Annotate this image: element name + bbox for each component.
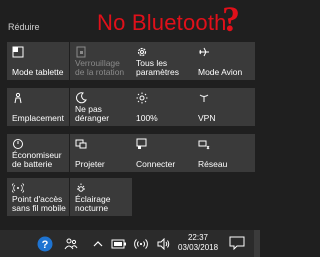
tile-label: 100% — [136, 113, 158, 123]
tile-connect[interactable]: Connecter — [131, 134, 193, 172]
tile-battery-saver[interactable]: Économiseur de batterie — [7, 134, 69, 172]
tile-all-settings[interactable]: Tous les paramètres — [131, 42, 193, 80]
tile-label: Tous les paramètres — [136, 58, 179, 77]
connect-icon — [136, 138, 147, 149]
moon-icon — [76, 92, 87, 104]
tile-network[interactable]: Réseau — [193, 134, 255, 172]
action-center-panel: Réduire No Bluetooth ? Mode tablette Ver… — [0, 0, 260, 230]
tile-mobile-hotspot[interactable]: Point d'accès sans fil mobile — [7, 178, 69, 216]
tile-night-light[interactable]: Éclairage nocturne — [70, 178, 132, 216]
tile-tablet-mode[interactable]: Mode tablette — [7, 42, 69, 80]
tile-rotation-lock[interactable]: Verrouillage de la rotation — [70, 42, 132, 80]
tile-label: Mode Avion — [198, 67, 243, 77]
volume-icon[interactable] — [155, 235, 173, 253]
airplane-icon — [199, 47, 209, 57]
settings-gear-icon — [137, 47, 147, 57]
wifi-icon[interactable] — [132, 235, 150, 253]
clock-date: 03/03/2018 — [178, 243, 219, 252]
brightness-icon — [136, 92, 148, 104]
network-icon — [198, 140, 210, 150]
collapse-link[interactable]: Réduire — [8, 22, 40, 32]
tile-brightness[interactable]: 100% — [131, 88, 193, 126]
battery-saver-icon — [13, 139, 23, 149]
show-desktop-edge[interactable] — [254, 230, 260, 257]
tile-vpn[interactable]: VPN — [193, 88, 255, 126]
rotation-lock-icon — [76, 46, 86, 58]
tile-label: Emplacement — [12, 113, 64, 123]
tile-label: Mode tablette — [12, 67, 64, 77]
tile-airplane-mode[interactable]: Mode Avion — [193, 42, 255, 80]
vpn-icon — [199, 94, 209, 102]
tile-label: Projeter — [75, 159, 105, 169]
tile-label: Économiseur de batterie — [12, 150, 62, 169]
tile-do-not-disturb[interactable]: Ne pas déranger — [70, 88, 132, 126]
clock-time: 22:37 — [187, 233, 209, 242]
location-icon — [14, 92, 22, 104]
battery-icon[interactable] — [110, 235, 128, 253]
annotation-question-mark: ? — [222, 0, 240, 39]
mobile-hotspot-icon — [12, 183, 24, 193]
notifications-icon[interactable] — [229, 236, 245, 251]
tile-label: Éclairage nocturne — [75, 194, 111, 213]
show-hidden-icons-chevron[interactable] — [92, 235, 104, 253]
tile-label: Ne pas déranger — [75, 104, 110, 123]
tile-label: Connecter — [136, 159, 176, 169]
project-icon — [75, 139, 87, 149]
annotation-no-bluetooth: No Bluetooth — [97, 10, 227, 35]
tile-project[interactable]: Projeter — [70, 134, 132, 172]
tile-label: Point d'accès sans fil mobile — [12, 194, 66, 213]
people-icon[interactable] — [62, 235, 80, 253]
svg-text:?: ? — [42, 239, 49, 251]
tile-label: VPN — [198, 113, 216, 123]
night-light-icon — [77, 183, 85, 192]
tile-location[interactable]: Emplacement — [7, 88, 69, 126]
help-icon[interactable]: ? — [36, 235, 54, 253]
tablet-mode-icon — [12, 46, 24, 58]
taskbar-clock[interactable]: 22:37 03/03/2018 — [178, 233, 218, 253]
tile-label: Verrouillage de la rotation — [75, 58, 125, 77]
taskbar: ? 22:37 03/03/2018 — [0, 230, 260, 257]
tile-label: Réseau — [198, 159, 228, 169]
